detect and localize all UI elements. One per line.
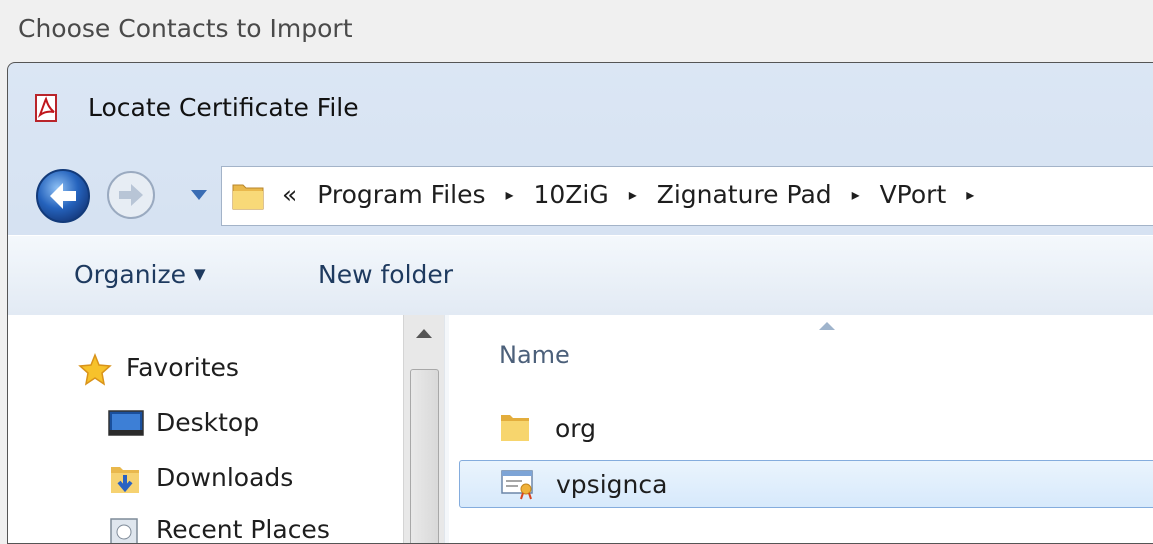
organize-button[interactable]: Organize ▼ — [74, 260, 206, 289]
back-arrow-icon[interactable] — [35, 168, 91, 224]
dialog-title: Locate Certificate File — [88, 93, 359, 122]
breadcrumb: « Program Files ▸ 10ZiG ▸ Zignature Pad … — [282, 180, 986, 209]
desktop-icon — [108, 410, 144, 436]
file-row[interactable]: org — [459, 405, 1153, 451]
chevron-down-icon[interactable] — [190, 188, 208, 202]
scroll-up-arrow-icon[interactable] — [415, 327, 433, 339]
certificate-icon — [501, 470, 533, 500]
command-toolbar: Organize ▼ New folder — [8, 235, 1153, 316]
file-name: org — [555, 414, 597, 443]
nav-pane-scrollbar[interactable] — [403, 315, 444, 543]
breadcrumb-overflow[interactable]: « — [282, 180, 297, 209]
column-header-name[interactable]: Name — [499, 341, 570, 369]
file-row-selected[interactable]: vpsignca — [459, 460, 1153, 508]
recent-places-icon — [110, 518, 138, 543]
sidebar-item-label: Downloads — [156, 463, 294, 492]
forward-arrow-icon[interactable] — [106, 170, 156, 220]
breadcrumb-item-10zig[interactable]: 10ZiG — [533, 180, 608, 209]
folder-icon — [232, 184, 264, 210]
sort-ascending-icon — [819, 322, 835, 330]
outer-window-title: Choose Contacts to Import — [18, 14, 353, 43]
breadcrumb-item-vport[interactable]: VPort — [880, 180, 947, 209]
outer-title-bar: Choose Contacts to Import — [0, 0, 1153, 62]
sidebar-item-label: Desktop — [156, 408, 260, 437]
pdf-icon — [35, 94, 57, 122]
star-icon — [78, 353, 112, 386]
new-folder-button[interactable]: New folder — [318, 260, 453, 289]
downloads-folder-icon — [111, 467, 139, 493]
breadcrumb-separator-icon[interactable]: ▸ — [852, 185, 860, 204]
breadcrumb-separator-icon[interactable]: ▸ — [506, 185, 514, 204]
address-bar[interactable]: « Program Files ▸ 10ZiG ▸ Zignature Pad … — [221, 166, 1153, 226]
breadcrumb-item-program-files[interactable]: Program Files — [317, 180, 485, 209]
dialog-body: Favorites Desktop Downloads Recent Place… — [8, 315, 1153, 544]
breadcrumb-separator-icon[interactable]: ▸ — [629, 185, 637, 204]
breadcrumb-item-zignature-pad[interactable]: Zignature Pad — [657, 180, 832, 209]
file-name: vpsignca — [556, 470, 668, 499]
file-list-pane: Name org vpsignca — [449, 315, 1153, 543]
breadcrumb-separator-icon[interactable]: ▸ — [966, 185, 974, 204]
navigation-bar: « Program Files ▸ 10ZiG ▸ Zignature Pad … — [8, 163, 1153, 233]
folder-icon — [501, 415, 529, 441]
sidebar-item-label: Recent Places — [156, 515, 330, 544]
organize-label: Organize — [74, 260, 186, 289]
sidebar-item-label: Favorites — [126, 353, 239, 382]
file-dialog: Locate Certificate File « Program Files … — [7, 62, 1153, 544]
navigation-pane: Favorites Desktop Downloads Recent Place… — [8, 315, 403, 544]
dialog-title-bar: Locate Certificate File — [8, 63, 1153, 131]
caret-down-icon: ▼ — [194, 265, 206, 283]
scrollbar-thumb[interactable] — [410, 369, 439, 543]
